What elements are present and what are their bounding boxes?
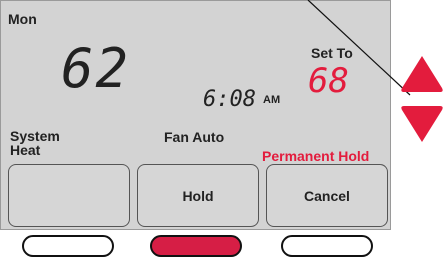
hold-status-label: Permanent Hold [262,148,370,164]
triangle-down-icon [401,106,443,142]
system-mode-label: System Heat [10,129,60,157]
hardware-button-right[interactable] [281,235,373,257]
softkey-hold-label: Hold [182,187,214,204]
indoor-temperature: 62 [61,37,131,100]
fan-mode-label: Fan Auto [164,129,225,145]
clock-time: 6:08 [203,87,256,112]
thermostat-display: Mon 62 6:08 AM Set To 68 System Heat Fan… [0,0,391,230]
set-to-label: Set To [311,45,353,61]
softkey-cancel-label: Cancel [304,187,350,204]
hardware-button-middle[interactable] [150,235,242,257]
softkey-cancel[interactable]: Cancel [266,164,388,227]
softkey-left[interactable] [8,164,130,227]
day-label: Mon [8,11,37,27]
hardware-button-left[interactable] [22,235,114,257]
set-to-value: 68 [308,61,349,101]
system-label-line2: Heat [10,142,41,158]
softkey-hold[interactable]: Hold [137,164,259,227]
clock-ampm: AM [263,94,281,106]
temperature-up-button[interactable] [400,52,444,96]
temperature-down-button[interactable] [400,102,444,146]
triangle-up-icon [401,56,443,92]
